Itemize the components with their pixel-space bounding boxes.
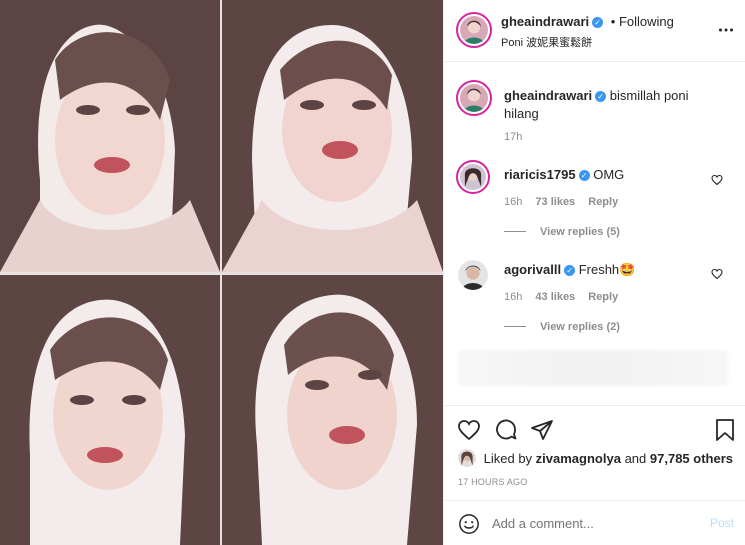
comment-text: Freshh <box>578 262 620 277</box>
photo-tile-1 <box>0 0 220 272</box>
comment-reply-button[interactable]: Reply <box>588 291 618 303</box>
post-comment-button[interactable]: Post <box>710 516 734 530</box>
save-bookmark-icon[interactable] <box>714 418 736 442</box>
commenter-avatar[interactable] <box>456 160 490 194</box>
commenter-avatar[interactable] <box>458 260 488 290</box>
comment-likes[interactable]: 73 likes <box>535 196 575 208</box>
loading-placeholder <box>458 350 728 386</box>
follow-status-button[interactable]: Following <box>619 14 674 29</box>
verified-badge-icon: ✓ <box>592 17 604 28</box>
liked-by-user[interactable]: zivamagnolya <box>536 451 621 466</box>
post-panel: gheaindrawari ✓ • Following Poni 波妮果蜜鬆餅 g… <box>443 0 745 545</box>
view-replies-button[interactable]: View replies (5) <box>504 226 620 238</box>
more-options-icon[interactable] <box>718 22 734 38</box>
author-avatar[interactable] <box>456 12 492 48</box>
liked-by-count[interactable]: 97,785 others <box>650 451 733 466</box>
post-photo[interactable] <box>0 0 443 545</box>
caption-text-line2: hilang <box>504 106 539 121</box>
comment-text-row: riaricis1795 ✓ OMG <box>504 167 624 182</box>
commenter-username[interactable]: riaricis1795 <box>504 167 576 182</box>
comment-like-heart-icon[interactable] <box>711 268 723 280</box>
liked-by-avatar[interactable] <box>458 449 476 467</box>
comment-meta: 16h 73 likes Reply <box>504 196 618 208</box>
author-username[interactable]: gheaindrawari <box>501 14 589 29</box>
liked-by-and: and <box>624 451 647 466</box>
post-timestamp[interactable]: 17 HOURS AGO <box>458 477 527 487</box>
verified-badge-icon: ✓ <box>564 265 576 276</box>
like-heart-icon[interactable] <box>457 418 481 442</box>
comment-bubble-icon[interactable] <box>494 418 518 442</box>
liked-by-row: Liked by zivamagnolya and 97,785 others <box>458 449 733 467</box>
share-send-icon[interactable] <box>530 418 554 442</box>
comment-input[interactable] <box>492 513 692 533</box>
view-replies-label: View replies (5) <box>540 226 620 238</box>
caption-time[interactable]: 17h <box>504 131 522 143</box>
comment-likes[interactable]: 43 likes <box>535 291 575 303</box>
comment-like-heart-icon[interactable] <box>711 174 723 186</box>
comment-time[interactable]: 16h <box>504 196 522 208</box>
header-title-row: gheaindrawari ✓ • Following <box>501 14 674 29</box>
comment-text: OMG <box>593 167 625 182</box>
comment-time[interactable]: 16h <box>504 291 522 303</box>
replies-divider <box>504 231 526 232</box>
comment-text-row: agorivalll ✓ Freshh🤩 <box>504 262 635 278</box>
caption-avatar[interactable] <box>456 80 492 116</box>
caption-text-block: gheaindrawari ✓ bismillah poni hilang <box>504 87 724 123</box>
comment-meta: 16h 43 likes Reply <box>504 291 618 303</box>
view-replies-label: View replies (2) <box>540 321 620 333</box>
star-struck-emoji: 🤩 <box>619 262 636 277</box>
header-separator: • <box>610 14 616 29</box>
photo-tile-2 <box>222 0 443 272</box>
photo-tile-4 <box>222 275 443 545</box>
verified-badge-icon: ✓ <box>595 91 607 102</box>
emoji-smiley-icon[interactable] <box>458 513 480 535</box>
post-header: gheaindrawari ✓ • Following Poni 波妮果蜜鬆餅 <box>444 0 745 62</box>
photo-tile-3 <box>0 275 220 545</box>
verified-badge-icon: ✓ <box>578 170 590 181</box>
caption-text-line1: bismillah poni <box>609 88 689 103</box>
view-replies-button[interactable]: View replies (2) <box>504 321 620 333</box>
commenter-username[interactable]: agorivalll <box>504 262 561 277</box>
liked-by-prefix: Liked by <box>483 451 533 466</box>
add-comment-bar: Post <box>444 500 745 545</box>
post-location[interactable]: Poni 波妮果蜜鬆餅 <box>501 34 592 50</box>
comment-reply-button[interactable]: Reply <box>588 196 618 208</box>
caption-username[interactable]: gheaindrawari <box>504 88 592 103</box>
replies-divider <box>504 326 526 327</box>
